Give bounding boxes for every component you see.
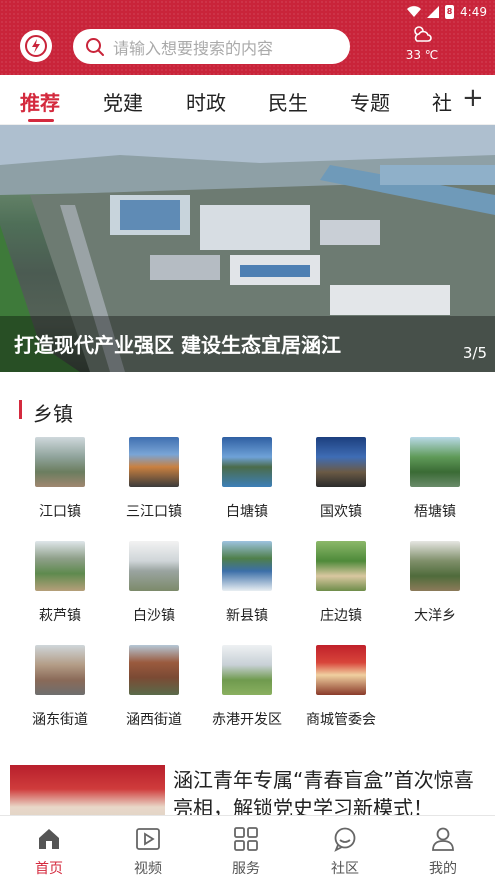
user-icon [432,827,454,851]
town-item[interactable]: 三江口镇 [107,437,201,521]
banner-title: 打造现代产业强区 建设生态宜居涵江 [14,333,341,357]
weather-temperature: 33 ℃ [405,48,439,62]
tab-community[interactable]: 社 [432,87,452,116]
nav-home-label: 首页 [35,861,63,877]
nav-community[interactable]: 社区 [315,826,375,878]
wifi-icon [407,6,422,18]
town-image [316,541,366,591]
town-item[interactable]: 商城管委会 [294,645,388,729]
town-image [222,541,272,591]
app-logo[interactable] [20,30,52,62]
town-item[interactable]: 新县镇 [200,541,294,625]
add-channel-icon[interactable]: + [462,85,484,111]
bottom-navigation: 首页 视频 服务 社区 我的 [0,815,495,881]
town-label: 涵西街道 [126,712,182,728]
town-label: 赤港开发区 [212,712,282,728]
chat-icon [334,827,356,852]
signal-icon [427,6,440,18]
town-label: 庄边镇 [320,608,362,624]
status-time: 4:49 [460,5,487,19]
tab-recommend[interactable]: 推荐 [20,87,60,116]
nav-service[interactable]: 服务 [216,826,276,878]
town-label: 白塘镇 [226,504,268,520]
search-input[interactable]: 请输入想要搜索的内容 [73,29,350,64]
app-header: 8 4:49 请输入想要搜索的内容 33 ℃ [0,0,495,75]
town-item[interactable]: 白塘镇 [200,437,294,521]
weather-widget[interactable]: 33 ℃ [400,24,444,62]
town-image [410,541,460,591]
nav-home[interactable]: 首页 [19,826,79,878]
town-item[interactable]: 大洋乡 [388,541,482,625]
town-label: 三江口镇 [126,504,182,520]
banner-carousel[interactable]: 打造现代产业强区 建设生态宜居涵江 3/5 [0,125,495,372]
tab-topics[interactable]: 专题 [350,87,390,116]
status-bar: 8 4:49 [407,2,487,22]
town-image [316,437,366,487]
town-label: 梧塘镇 [414,504,456,520]
flame-logo-icon [25,35,47,57]
nav-video[interactable]: 视频 [118,826,178,878]
tab-party[interactable]: 党建 [103,87,143,116]
town-item[interactable]: 萩芦镇 [13,541,107,625]
town-image [222,437,272,487]
nav-profile-label: 我的 [429,861,457,877]
town-image [35,541,85,591]
channel-tabs: 推荐 党建 时政 民生 专题 社 + [0,75,495,125]
town-item[interactable]: 涵东街道 [13,645,107,729]
nav-profile[interactable]: 我的 [413,826,473,878]
cloud-sun-icon [414,26,432,42]
section-marker [19,400,22,419]
banner-caption-bar: 打造现代产业强区 建设生态宜居涵江 3/5 [0,316,495,372]
town-image [222,645,272,695]
town-label: 新县镇 [226,608,268,624]
town-image [129,645,179,695]
town-image [129,541,179,591]
town-label: 涵东街道 [32,712,88,728]
active-tab-indicator [28,119,54,122]
nav-video-label: 视频 [134,861,162,877]
video-icon [136,828,160,850]
town-label: 商城管委会 [306,712,376,728]
town-item[interactable]: 赤港开发区 [200,645,294,729]
town-item[interactable]: 梧塘镇 [388,437,482,521]
town-label: 国欢镇 [320,504,362,520]
tab-livelihood[interactable]: 民生 [268,87,308,116]
battery-icon: 8 [445,5,455,19]
town-item[interactable]: 庄边镇 [294,541,388,625]
grid-icon [234,827,258,851]
news-thumbnail [10,765,165,816]
town-image [35,437,85,487]
town-image [35,645,85,695]
nav-service-label: 服务 [232,861,260,877]
search-placeholder: 请输入想要搜索的内容 [113,38,274,58]
town-label: 白沙镇 [133,608,175,624]
search-icon [86,37,104,56]
town-image [129,437,179,487]
section-title: 乡镇 [33,402,73,426]
home-icon [39,829,59,849]
town-item[interactable]: 江口镇 [13,437,107,521]
town-item[interactable]: 白沙镇 [107,541,201,625]
town-item[interactable]: 涵西街道 [107,645,201,729]
town-item[interactable]: 国欢镇 [294,437,388,521]
tab-politics[interactable]: 时政 [186,87,226,116]
town-image [316,645,366,695]
town-label: 萩芦镇 [39,608,81,624]
town-label: 大洋乡 [414,608,456,624]
banner-page-indicator: 3/5 [462,344,487,362]
news-title: 涵江青年专属“青春盲盒”首次惊喜亮相，解锁党史学习新模式！ [173,768,474,816]
town-image [410,437,460,487]
news-item[interactable]: 涵江青年专属“青春盲盒”首次惊喜亮相，解锁党史学习新模式！ [0,760,495,816]
nav-community-label: 社区 [331,861,359,877]
town-label: 江口镇 [39,504,81,520]
